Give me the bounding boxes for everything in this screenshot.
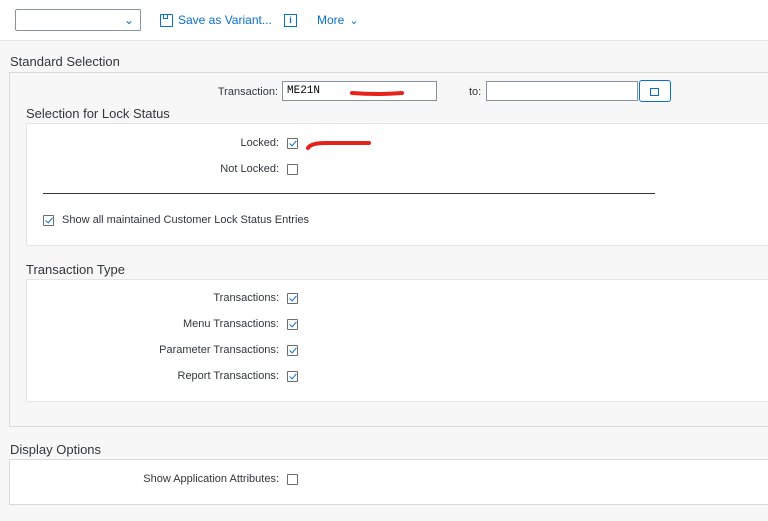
more-button[interactable]: More ⌄ [317,11,359,29]
show-app-attributes-checkbox[interactable] [287,474,298,485]
separator-line [43,193,655,194]
info-icon: i [284,13,297,27]
show-all-label: Show all maintained Customer Lock Status… [62,214,310,226]
chevron-down-icon: ⌄ [349,14,359,27]
to-label: to: [469,86,482,98]
report-transactions-checkbox[interactable] [287,371,298,382]
menu-transactions-checkbox[interactable] [287,319,298,330]
save-as-variant-label: Save as Variant... [178,13,272,27]
transactions-label: Transactions: [213,292,279,304]
multiple-selection-button[interactable] [639,80,671,102]
show-all-checkbox[interactable] [43,215,54,226]
lock-status-panel [26,123,768,246]
parameter-transactions-label: Parameter Transactions: [159,344,279,356]
standard-selection-title: Standard Selection [10,54,120,69]
menu-transactions-label: Menu Transactions: [183,318,279,330]
parameter-transactions-checkbox[interactable] [287,345,298,356]
transaction-type-panel [26,279,768,402]
transaction-to-input[interactable] [486,81,638,101]
red-underline-mark [350,91,404,96]
transactions-checkbox[interactable] [287,293,298,304]
more-label: More [317,13,345,27]
display-options-title: Display Options [10,442,102,457]
lock-status-title: Selection for Lock Status [26,106,170,121]
not-locked-checkbox[interactable] [287,164,298,175]
transaction-type-title: Transaction Type [26,262,125,277]
variant-select[interactable]: ⌄ [15,9,141,31]
locked-label: Locked: [240,137,279,149]
not-locked-label: Not Locked: [220,163,279,175]
show-app-attributes-label: Show Application Attributes: [143,473,279,485]
toolbar: ⌄ Save as Variant... i More ⌄ [0,0,768,41]
red-underline-mark [306,141,371,150]
info-button[interactable]: i [284,11,297,29]
locked-checkbox[interactable] [287,138,298,149]
save-icon [160,13,173,27]
transaction-label: Transaction: [217,86,278,98]
report-transactions-label: Report Transactions: [177,370,280,382]
save-as-variant-button[interactable]: Save as Variant... [160,11,272,29]
chevron-down-icon: ⌄ [123,13,134,27]
display-options-panel [9,459,768,505]
multiple-selection-icon [650,88,659,96]
